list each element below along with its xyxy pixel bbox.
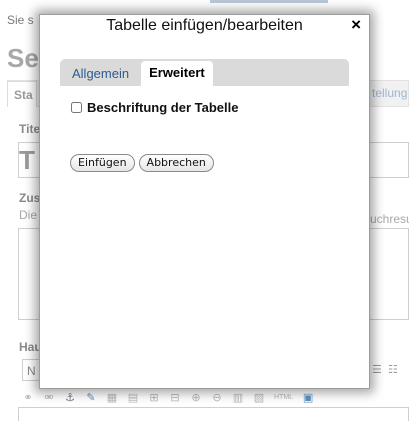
tab-settings[interactable]: tellung [372, 86, 407, 100]
col-insert-icon[interactable]: ⊕ [190, 391, 202, 404]
caption-checkbox[interactable] [71, 102, 82, 113]
editor-area[interactable] [18, 407, 409, 421]
col-delete-icon[interactable]: ⊖ [211, 391, 223, 404]
link-icon[interactable]: ⚭ [22, 391, 34, 404]
editor-toolbar: ⚭ ⚮ ⚓ ✎ ▦ ▤ ⊞ ⊟ ⊕ ⊖ ▥ ▧ HTML ▣ [22, 389, 409, 405]
caption-label: Beschriftung der Tabelle [87, 100, 239, 115]
dialog-title: Tabelle einfügen/bearbeiten [106, 17, 303, 34]
html-source-button[interactable]: HTML [274, 394, 293, 401]
tab-advanced[interactable]: Erweitert [141, 61, 213, 86]
tab-general[interactable]: Allgemein [64, 62, 137, 86]
breadcrumb: Sie s [7, 13, 34, 27]
caption-option[interactable]: Beschriftung der Tabelle [71, 100, 238, 115]
close-icon[interactable]: × [351, 16, 361, 34]
split-cells-icon[interactable]: ▧ [253, 391, 265, 404]
merge-cells-icon[interactable]: ▥ [232, 391, 244, 404]
title-label: Tite [19, 122, 41, 136]
table-icon[interactable]: ▦ [106, 391, 118, 404]
numbered-list-icon[interactable]: ☷ [388, 363, 398, 376]
summary-label: Zus [19, 191, 41, 205]
top-accent-line [210, 0, 328, 3]
page-title: Se [7, 43, 39, 73]
unlink-icon[interactable]: ⚮ [43, 391, 55, 404]
anchor-icon[interactable]: ⚓ [64, 391, 76, 404]
tab-status[interactable]: Sta [7, 81, 37, 107]
fullscreen-icon[interactable]: ▣ [302, 391, 314, 404]
dialog-tab-bar: Allgemein Erweitert [60, 59, 349, 86]
row-insert-icon[interactable]: ⊞ [148, 391, 160, 404]
row-delete-icon[interactable]: ⊟ [169, 391, 181, 404]
summary-hint-right: uchresu [370, 212, 409, 226]
dialog-buttons: Einfügen Abbrechen [70, 154, 214, 172]
insert-button[interactable]: Einfügen [70, 154, 135, 172]
edit-icon[interactable]: ✎ [85, 391, 97, 404]
table-props-icon[interactable]: ▤ [127, 391, 139, 404]
table-dialog: Tabelle einfügen/bearbeiten × Allgemein … [39, 14, 370, 389]
summary-hint: Die [19, 208, 38, 222]
cancel-button[interactable]: Abbrechen [138, 154, 214, 172]
list-icon[interactable]: ☰ [372, 363, 382, 376]
